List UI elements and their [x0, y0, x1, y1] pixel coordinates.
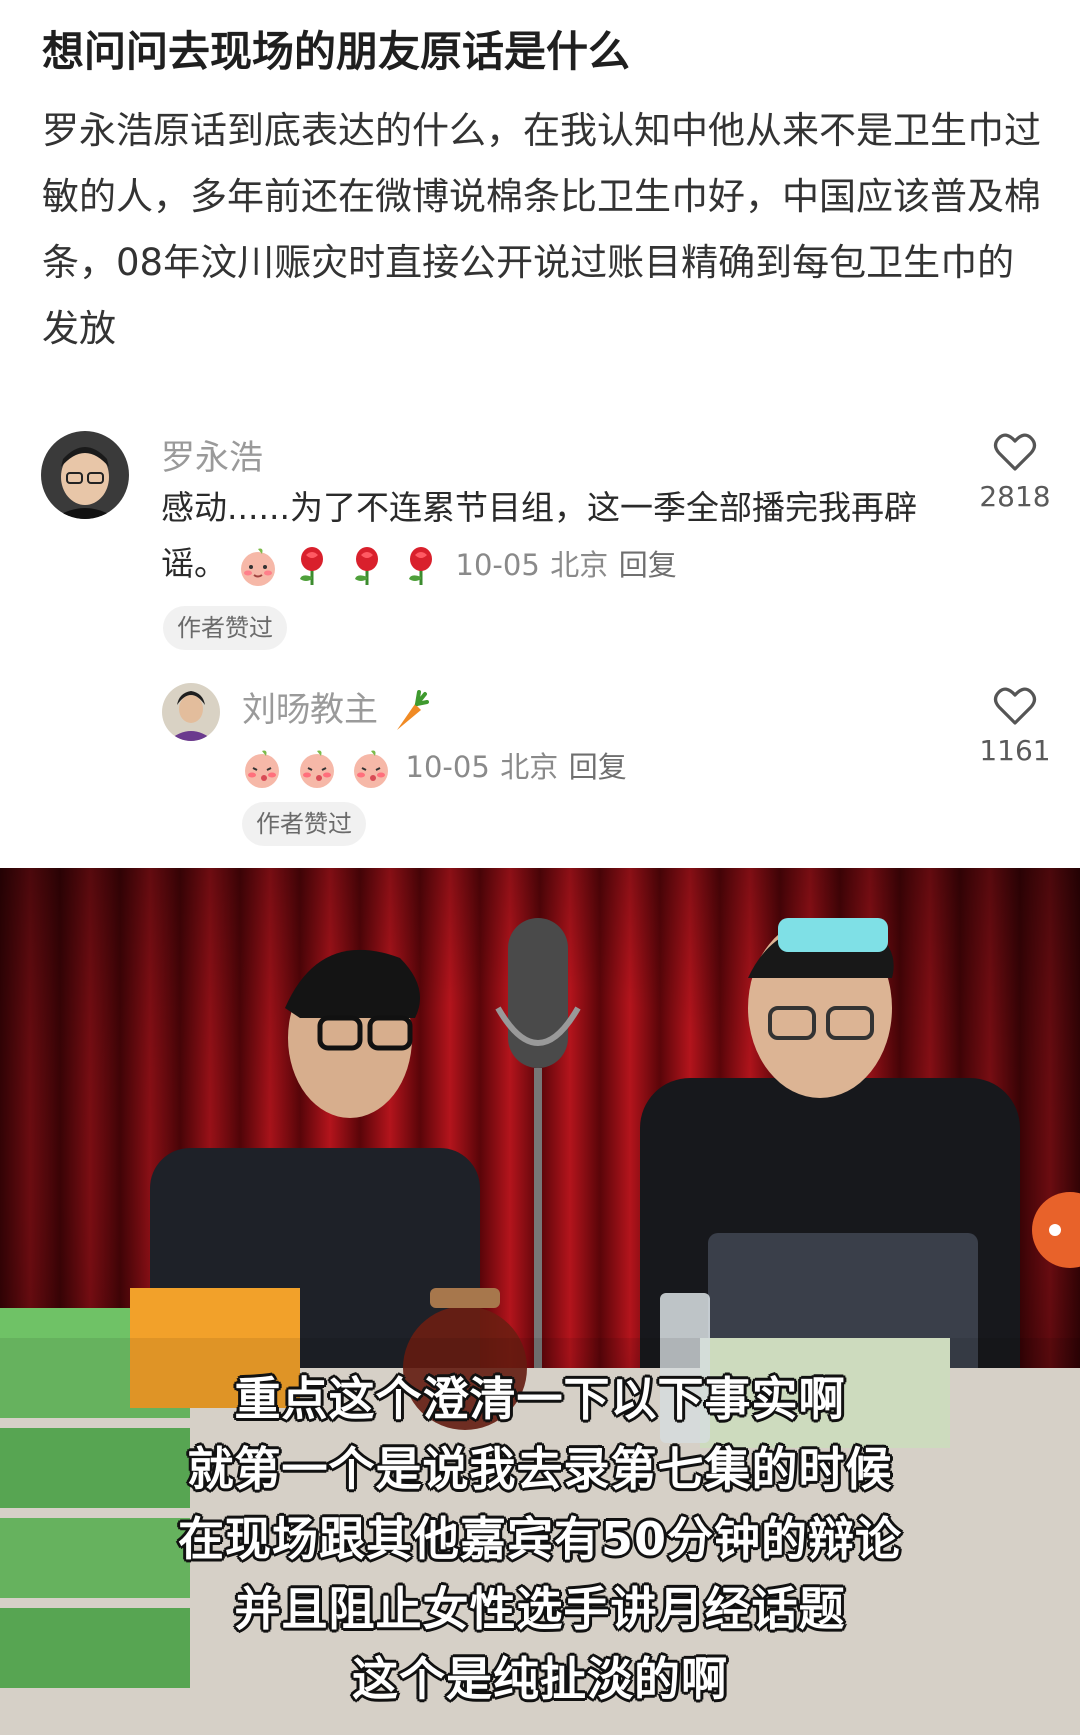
comment-text: 感动......为了不连累节目组，这一季全部播完我再辟谣。 10-05 北京 回…	[161, 480, 951, 593]
comment-emojis	[242, 746, 406, 788]
author-name: 刘旸教主	[242, 690, 378, 730]
comment-date: 10-05	[455, 548, 540, 582]
author-liked-tag: 作者赞过	[163, 606, 287, 650]
avatar[interactable]	[162, 683, 220, 741]
carrot-emoji	[396, 689, 429, 730]
reply-button[interactable]: 回复	[569, 750, 627, 784]
post-title: 想问问去现场的朋友原话是什么	[42, 27, 631, 76]
like-button[interactable]: 1161	[970, 686, 1060, 767]
subtitle-line: 并且阻止女性选手讲月经话题	[234, 1582, 846, 1636]
blush-face-emoji	[299, 750, 334, 788]
subtitle-line: 重点这个澄清一下以下事实啊	[234, 1372, 846, 1426]
like-count: 1161	[979, 734, 1051, 767]
comment-location: 北京	[500, 750, 559, 784]
comment-date: 10-05	[405, 750, 490, 784]
rose-emoji	[409, 546, 432, 585]
author-liked-tag: 作者赞过	[242, 802, 366, 846]
heart-icon	[993, 433, 1037, 471]
comment-author[interactable]: 罗永浩	[161, 430, 263, 479]
reply-button[interactable]: 回复	[619, 548, 677, 582]
subtitle-line: 在现场跟其他嘉宾有50分钟的辩论	[177, 1512, 902, 1566]
blush-face-emoji	[245, 750, 279, 788]
rose-emoji	[354, 546, 378, 585]
rose-emoji	[300, 546, 323, 585]
like-count: 2818	[979, 480, 1051, 513]
blush-face-emoji	[354, 750, 388, 788]
heart-icon	[993, 687, 1037, 725]
comment-location: 北京	[550, 548, 609, 582]
comment-author[interactable]: 刘旸教主	[242, 682, 429, 734]
subtitle-line: 就第一个是说我去录第七集的时候	[187, 1442, 893, 1496]
avatar[interactable]	[41, 431, 129, 519]
blush-face-emoji	[240, 548, 275, 586]
comment-emojis	[238, 544, 456, 586]
video-player[interactable]: 重点这个澄清一下以下事实啊 就第一个是说我去录第七集的时候 在现场跟其他嘉宾有5…	[0, 868, 1080, 1735]
comment-text: 10-05 北京 回复	[242, 738, 942, 795]
subtitle-line: 这个是纯扯淡的啊	[352, 1652, 728, 1706]
post-body: 罗永浩原话到底表达的什么，在我认知中他从来不是卫生巾过敏的人，多年前还在微博说棉…	[42, 109, 1041, 350]
like-button[interactable]: 2818	[970, 432, 1060, 513]
